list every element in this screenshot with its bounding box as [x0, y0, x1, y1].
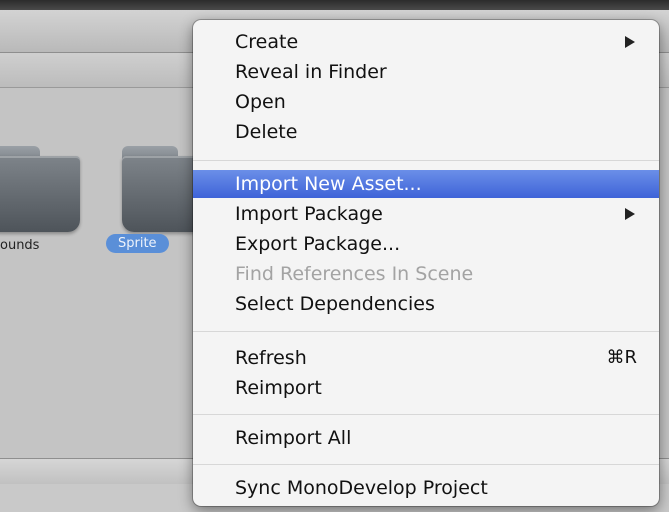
menu-item-import-package[interactable]: Import Package — [193, 200, 659, 228]
menu-separator — [193, 464, 659, 465]
menu-item-import-new-asset[interactable]: Import New Asset... — [193, 170, 659, 198]
menu-item-create[interactable]: Create — [193, 28, 659, 56]
submenu-arrow-icon — [625, 208, 635, 220]
menu-item-refresh[interactable]: Refresh ⌘R — [193, 344, 659, 372]
shortcut-label: ⌘R — [606, 347, 637, 368]
folder-icon[interactable] — [0, 146, 80, 232]
window-top-bar — [0, 0, 669, 10]
menu-separator — [193, 160, 659, 161]
menu-item-select-dependencies[interactable]: Select Dependencies — [193, 290, 659, 318]
menu-item-find-references-in-scene: Find References In Scene — [235, 263, 474, 285]
menu-item-reveal-in-finder[interactable]: Reveal in Finder — [193, 58, 659, 86]
menu-separator — [193, 331, 659, 332]
menu-item-open[interactable]: Open — [193, 88, 659, 116]
menu-item-reimport[interactable]: Reimport — [193, 374, 659, 402]
menu-item-sync-monodevelop-project[interactable]: Sync MonoDevelop Project — [193, 474, 659, 502]
menu-separator — [193, 414, 659, 415]
folder-label-sprites[interactable]: Sprite — [106, 234, 169, 253]
submenu-arrow-icon — [625, 36, 635, 48]
menu-item-export-package[interactable]: Export Package... — [193, 230, 659, 258]
folder-label-sounds[interactable]: ounds — [0, 238, 39, 253]
menu-item-reimport-all[interactable]: Reimport All — [193, 424, 659, 452]
context-menu: Create Reveal in Finder Open Delete Impo… — [193, 20, 659, 506]
menu-item-delete[interactable]: Delete — [193, 118, 659, 146]
